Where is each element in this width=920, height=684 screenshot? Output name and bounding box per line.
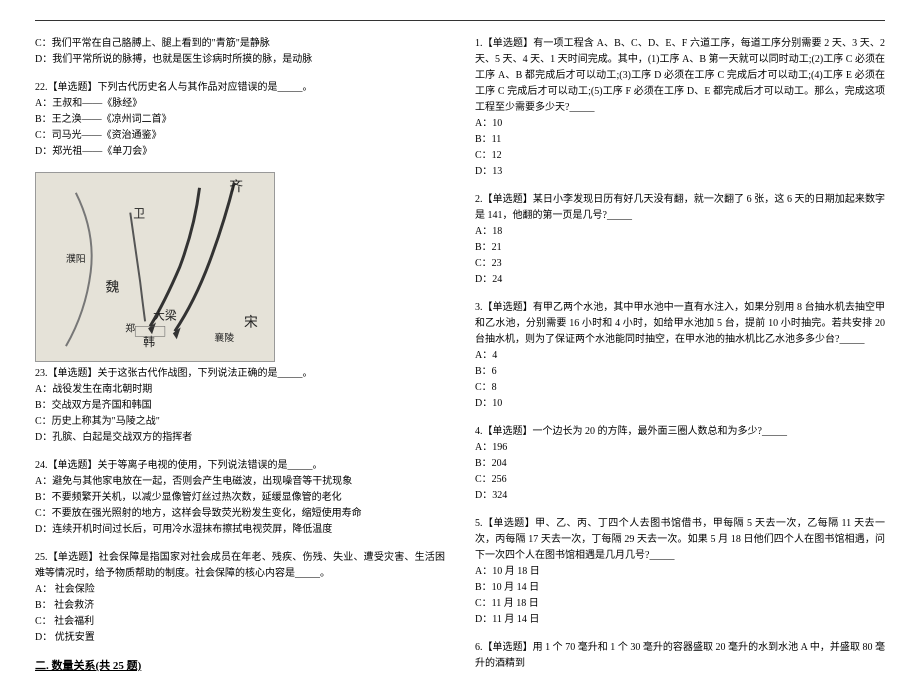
q23-option-b: B：交战双方是齐国和韩国 (35, 398, 445, 414)
r-q4-option-c: C：256 (475, 472, 885, 488)
svg-text:濮阳: 濮阳 (66, 252, 86, 265)
q24-stem: 24.【单选题】关于等离子电视的使用，下列说法错误的是_____。 (35, 458, 445, 474)
section-2-title: 二. 数量关系(共 25 题) (35, 658, 445, 676)
r-q1-option-d: D：13 (475, 164, 885, 180)
svg-text:韩: 韩 (143, 335, 155, 349)
r-q2-option-a: A：18 (475, 224, 885, 240)
r-q3-option-d: D：10 (475, 396, 885, 412)
r-q5-option-b: B：10 月 14 日 (475, 580, 885, 596)
q25-option-d: D： 优抚安置 (35, 630, 445, 646)
r-q2-stem: 2.【单选题】某日小李发现日历有好几天没有翻，就一次翻了 6 张，这 6 天的日… (475, 192, 885, 224)
r-q4-stem: 4.【单选题】一个边长为 20 的方阵，最外面三圈人数总和为多少?_____ (475, 424, 885, 440)
q22-option-d: D：郑光祖——《单刀会》 (35, 144, 445, 160)
r-q1-option-a: A：10 (475, 116, 885, 132)
r-q4-option-a: A：196 (475, 440, 885, 456)
q25-option-b: B： 社会救济 (35, 598, 445, 614)
r-q5-stem: 5.【单选题】甲、乙、丙、丁四个人去图书馆借书，甲每隔 5 天去一次，乙每隔 1… (475, 516, 885, 564)
r-q2-option-b: B：21 (475, 240, 885, 256)
r-q1-option-c: C：12 (475, 148, 885, 164)
r-q1: 1.【单选题】有一项工程含 A、B、C、D、E、F 六道工序，每道工序分别需要 … (475, 36, 885, 180)
r-q6-stem: 6.【单选题】用 1 个 70 毫升和 1 个 30 毫升的容器盛取 20 毫升… (475, 640, 885, 672)
svg-text:齐: 齐 (229, 179, 243, 194)
q23: 23.【单选题】关于这张古代作战图，下列说法正确的是_____。 A：战役发生在… (35, 366, 445, 446)
q25: 25.【单选题】社会保障是指国家对社会成员在年老、残疾、伤残、失业、遭受灾害、生… (35, 550, 445, 646)
svg-text:卫: 卫 (133, 207, 145, 221)
r-q5-option-c: C：11 月 18 日 (475, 596, 885, 612)
r-q4-option-b: B：204 (475, 456, 885, 472)
r-q1-option-b: B：11 (475, 132, 885, 148)
r-q3-option-c: C：8 (475, 380, 885, 396)
svg-text:宋: 宋 (244, 314, 258, 329)
r-q4: 4.【单选题】一个边长为 20 的方阵，最外面三圈人数总和为多少?_____ A… (475, 424, 885, 504)
q22-stem: 22.【单选题】下列古代历史名人与其作品对应错误的是_____。 (35, 80, 445, 96)
page-top-rule (35, 20, 885, 21)
right-column: 1.【单选题】有一项工程含 A、B、C、D、E、F 六道工序，每道工序分别需要 … (475, 36, 885, 684)
svg-text:郑: 郑 (125, 321, 135, 334)
r-q3-stem: 3.【单选题】有甲乙两个水池，其中甲水池中一直有水注入，如果分别用 8 台抽水机… (475, 300, 885, 348)
battle-map-image: 齐 卫 濮阳 魏 大梁 韩 襄陵 宋 郑 (35, 172, 275, 362)
q22-option-b: B：王之涣——《凉州词二首》 (35, 112, 445, 128)
q21-option-c: C：我们平常在自己胳膊上、腿上看到的"青筋"是静脉 (35, 36, 445, 52)
r-q5: 5.【单选题】甲、乙、丙、丁四个人去图书馆借书，甲每隔 5 天去一次，乙每隔 1… (475, 516, 885, 628)
q24-option-a: A：避免与其他家电放在一起，否则会产生电磁波，出现噪音等干扰现象 (35, 474, 445, 490)
q22-option-a: A：王叔和——《脉经》 (35, 96, 445, 112)
r-q2-option-d: D：24 (475, 272, 885, 288)
q23-stem: 23.【单选题】关于这张古代作战图，下列说法正确的是_____。 (35, 366, 445, 382)
q23-option-c: C：历史上称其为"马陵之战" (35, 414, 445, 430)
r-q5-option-d: D：11 月 14 日 (475, 612, 885, 628)
r-q3-option-a: A：4 (475, 348, 885, 364)
q23-option-d: D：孔膑、白起是交战双方的指挥者 (35, 430, 445, 446)
r-q3-option-b: B：6 (475, 364, 885, 380)
r-q6: 6.【单选题】用 1 个 70 毫升和 1 个 30 毫升的容器盛取 20 毫升… (475, 640, 885, 672)
left-column: C：我们平常在自己胳膊上、腿上看到的"青筋"是静脉 D：我们平常所说的脉搏，也就… (35, 36, 445, 684)
q24-option-c: C：不要放在强光照射的地方，这样会导致荧光粉发生变化，缩短使用寿命 (35, 506, 445, 522)
r-q4-option-d: D：324 (475, 488, 885, 504)
r-q2-option-c: C：23 (475, 256, 885, 272)
q24-option-b: B：不要频繁开关机，以减少显像管灯丝过热次数，延缓显像管的老化 (35, 490, 445, 506)
q22: 22.【单选题】下列古代历史名人与其作品对应错误的是_____。 A：王叔和——… (35, 80, 445, 160)
svg-text:襄陵: 襄陵 (214, 331, 234, 344)
q23-option-a: A：战役发生在南北朝时期 (35, 382, 445, 398)
r-q2: 2.【单选题】某日小李发现日历有好几天没有翻，就一次翻了 6 张，这 6 天的日… (475, 192, 885, 288)
two-column-layout: C：我们平常在自己胳膊上、腿上看到的"青筋"是静脉 D：我们平常所说的脉搏，也就… (35, 36, 885, 684)
q24: 24.【单选题】关于等离子电视的使用，下列说法错误的是_____。 A：避免与其… (35, 458, 445, 538)
q25-stem: 25.【单选题】社会保障是指国家对社会成员在年老、残疾、伤残、失业、遭受灾害、生… (35, 550, 445, 582)
q24-option-d: D：连续开机时间过长后，可用冷水湿抹布擦拭电视荧屏，降低温度 (35, 522, 445, 538)
q25-option-a: A： 社会保险 (35, 582, 445, 598)
svg-text:魏: 魏 (106, 280, 120, 295)
r-q5-option-a: A：10 月 18 日 (475, 564, 885, 580)
svg-text:大梁: 大梁 (153, 308, 177, 322)
q25-option-c: C： 社会福利 (35, 614, 445, 630)
q22-option-c: C：司马光——《资治通鉴》 (35, 128, 445, 144)
r-q1-stem: 1.【单选题】有一项工程含 A、B、C、D、E、F 六道工序，每道工序分别需要 … (475, 36, 885, 116)
r-q3: 3.【单选题】有甲乙两个水池，其中甲水池中一直有水注入，如果分别用 8 台抽水机… (475, 300, 885, 412)
q21-tail: C：我们平常在自己胳膊上、腿上看到的"青筋"是静脉 D：我们平常所说的脉搏，也就… (35, 36, 445, 68)
q21-option-d: D：我们平常所说的脉搏，也就是医生诊病时所摸的脉，是动脉 (35, 52, 445, 68)
